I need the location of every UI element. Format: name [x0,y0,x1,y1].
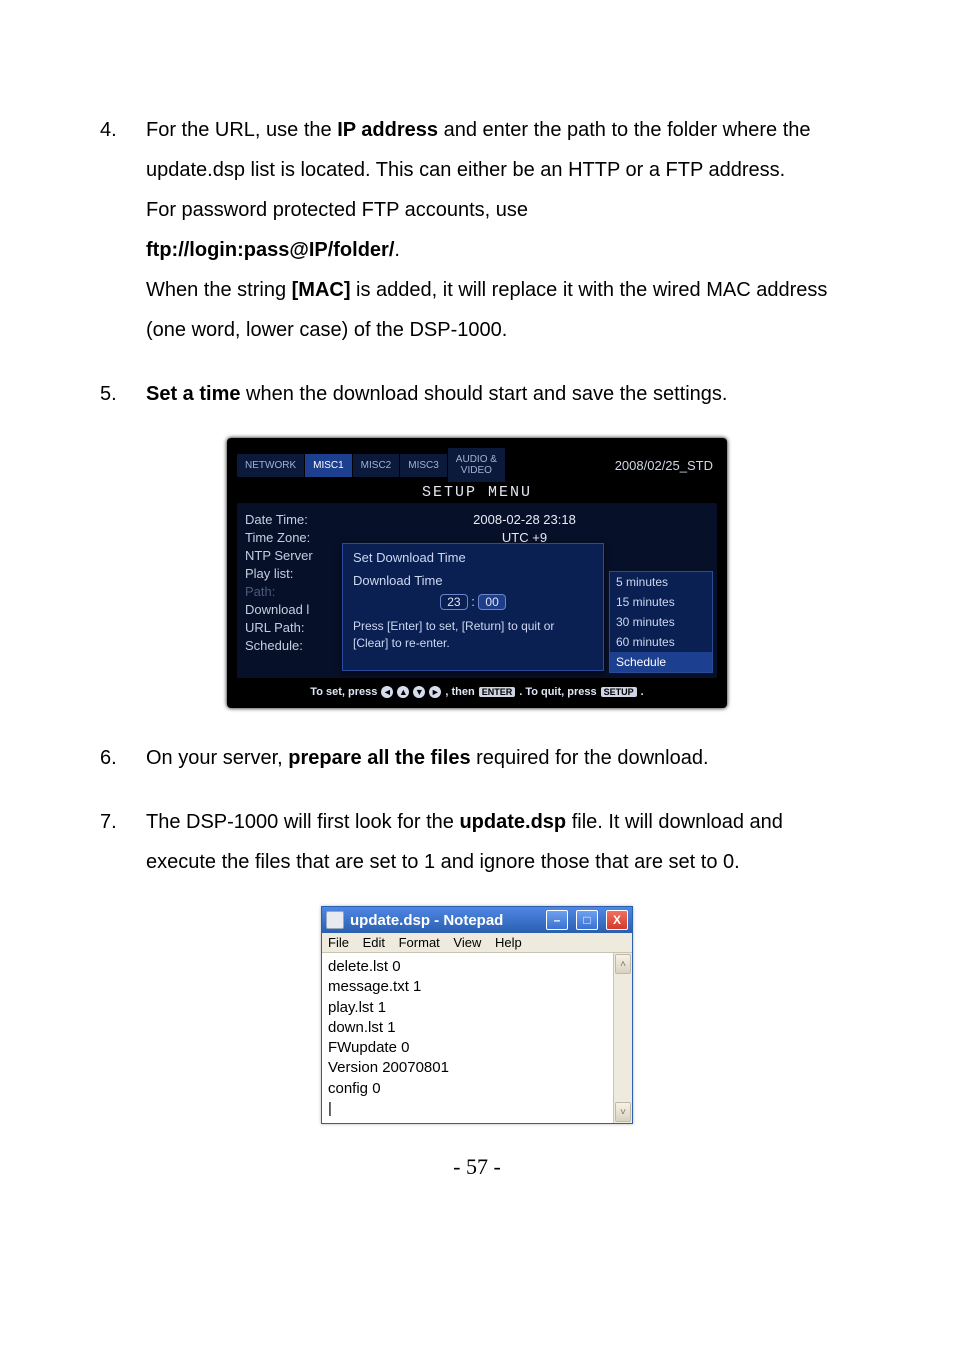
bold-prepare-files: prepare all the files [288,747,470,769]
arrow-left-icon: ◄ [381,686,393,698]
menu-item-60min[interactable]: 60 minutes [610,632,712,652]
menu-view[interactable]: View [453,935,481,950]
bold-ip-address: IP address [337,119,438,141]
label-download: Download l [245,602,340,617]
page-number: - 57 - [100,1154,854,1180]
menu-edit[interactable]: Edit [363,935,385,950]
footer-text: To set, press [310,686,377,698]
text: When the string [146,279,292,301]
bold-mac: [MAC] [292,279,351,301]
step-4: 4. For the URL, use the IP address and e… [100,110,854,350]
download-time-popup: Set Download Time Download Time 23 : 00 … [342,543,604,671]
scroll-down-icon[interactable]: ˅ [615,1102,631,1122]
arrow-down-icon: ▼ [413,686,425,698]
menu-item-30min[interactable]: 30 minutes [610,612,712,632]
menu-item-5min[interactable]: 5 minutes [610,572,712,592]
text: . [394,239,400,261]
label-path: Path: [245,584,340,599]
text: For the URL, use the [146,119,337,141]
menu-help[interactable]: Help [495,935,522,950]
tab-misc3[interactable]: MISC3 [400,454,448,477]
label-time-zone: Time Zone: [245,530,340,545]
scroll-up-icon[interactable]: ˄ [615,954,631,974]
menu-file[interactable]: File [328,935,349,950]
bold-set-a-time: Set a time [146,383,240,405]
step-number: 6. [100,738,146,778]
maximize-button[interactable]: □ [576,910,598,930]
setup-key-icon: SETUP [601,687,637,697]
text: The DSP-1000 will first look for the [146,811,459,833]
step-6: 6. On your server, prepare all the files… [100,738,854,778]
bold-ftp-url: ftp://login:pass@IP/folder/ [146,239,394,261]
setup-menu-screenshot: NETWORK MISC1 MISC2 MISC3 AUDIO & VIDEO … [227,438,727,708]
time-sep: : [468,594,479,609]
label-url-path: URL Path: [245,620,340,635]
close-button[interactable]: X [606,910,628,930]
tab-av-line1: AUDIO & [456,454,497,465]
popup-hint: Press [Enter] to set, [Return] to quit o… [353,618,593,652]
label-date-time: Date Time: [245,512,340,527]
time-hours[interactable]: 23 [440,594,467,610]
step-number: 4. [100,110,146,350]
bold-update-dsp: update.dsp [459,811,566,833]
label-schedule: Schedule: [245,638,340,653]
tab-misc1[interactable]: MISC1 [305,454,353,477]
step-number: 7. [100,802,146,882]
label-ntp: NTP Server [245,548,340,563]
footer-text: , then [445,686,474,698]
footer-text: . To quit, press [519,686,596,698]
tab-network[interactable]: NETWORK [237,454,305,477]
footer-text: . [641,686,644,698]
tab-audio-video[interactable]: AUDIO & VIDEO [448,448,506,482]
scrollbar[interactable]: ˄ ˅ [613,953,632,1123]
label-playlist: Play list: [245,566,340,581]
minimize-button[interactable]: – [546,910,568,930]
popup-subtitle: Download Time [353,573,593,588]
notepad-window: update.dsp - Notepad – □ X File Edit For… [321,906,633,1124]
menu-format[interactable]: Format [399,935,440,950]
step-number: 5. [100,374,146,414]
value-date-time: 2008-02-28 23:18 [340,512,709,527]
notepad-icon [326,911,344,929]
text: For password protected FTP accounts, use [146,199,528,221]
notepad-title: update.dsp - Notepad [350,912,503,929]
text: On your server, [146,747,288,769]
text: required for the download. [471,747,709,769]
step-7: 7. The DSP-1000 will first look for the … [100,802,854,882]
popup-title: Set Download Time [353,550,593,565]
interval-menu: 5 minutes 15 minutes 30 minutes 60 minut… [609,571,713,673]
notepad-content[interactable]: delete.lst 0 message.txt 1 play.lst 1 do… [322,953,613,1123]
text: when the download should start and save … [240,383,727,405]
setup-title: SETUP MENU [237,484,717,501]
notepad-menu: File Edit Format View Help [322,933,632,953]
status-date: 2008/02/25_STD [611,458,717,473]
enter-key-icon: ENTER [479,687,516,697]
menu-item-schedule[interactable]: Schedule [610,652,712,672]
tab-misc2[interactable]: MISC2 [353,454,401,477]
tab-av-line2: VIDEO [456,465,497,476]
menu-item-15min[interactable]: 15 minutes [610,592,712,612]
time-minutes[interactable]: 00 [478,594,505,610]
setup-footer: To set, press ◄ ▲ ▼ ► , then ENTER . To … [237,686,717,698]
step-5: 5. Set a time when the download should s… [100,374,854,414]
arrow-right-icon: ► [429,686,441,698]
arrow-up-icon: ▲ [397,686,409,698]
